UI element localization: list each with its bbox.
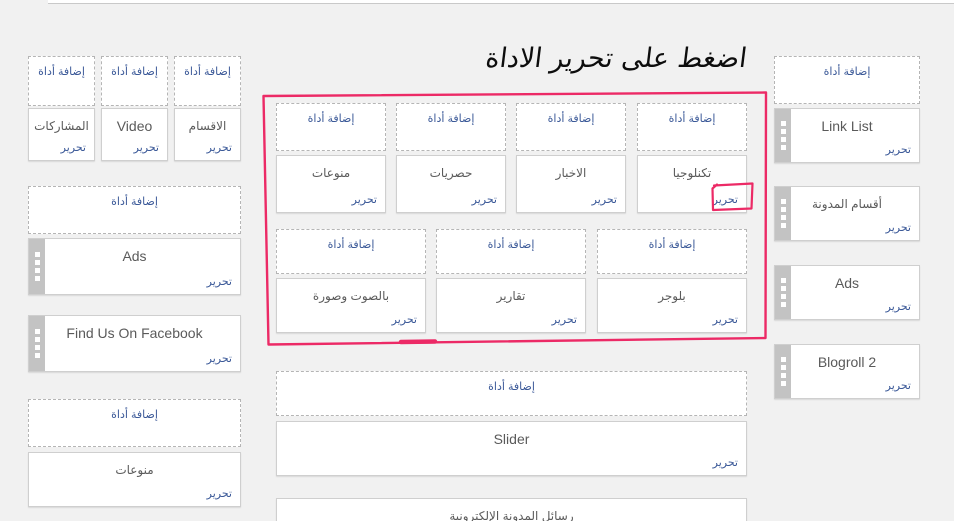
add-widget-box[interactable]: إضافة أداة (276, 229, 426, 274)
widget-title: المشاركات (34, 119, 89, 133)
add-widget-label: إضافة أداة (547, 113, 595, 125)
widget-edit-link[interactable]: تحرير (713, 314, 738, 327)
add-widget-label: إضافة أداة (668, 113, 716, 125)
widget-title: بلوجر (658, 289, 686, 303)
widget-find-us-on-facebook[interactable]: Find Us On Facebook تحرير (28, 315, 241, 372)
widget-edit-link[interactable]: تحرير (886, 380, 911, 393)
widget-bel-sout-wa-soura[interactable]: بالصوت وصورة تحرير (276, 278, 426, 333)
add-widget-label: إضافة أداة (327, 239, 375, 251)
annotation-headline: اضغط على تحرير الاداة (484, 43, 749, 74)
add-widget-label: إضافة أداة (823, 66, 871, 78)
widget-monawaat-left[interactable]: منوعات تحرير (28, 452, 241, 507)
widget-edit-link-highlighted[interactable]: تحرير (713, 194, 738, 207)
add-widget-box[interactable]: إضافة أداة (276, 371, 747, 416)
widget-edit-link[interactable]: تحرير (61, 142, 86, 155)
add-widget-box[interactable]: إضافة أداة (101, 56, 168, 106)
widget-monawaat-main[interactable]: منوعات تحرير (276, 155, 386, 213)
widget-title: منوعات (311, 166, 351, 180)
widget-title: منوعات (115, 463, 154, 477)
widget-alaqsam[interactable]: الاقسام تحرير (174, 108, 241, 161)
widget-title: Blogroll 2 (817, 354, 877, 370)
widget-title: الاقسام (188, 119, 227, 133)
widget-teknologia[interactable]: تكنلوجيا تحرير (637, 155, 747, 213)
widget-ads-right[interactable]: Ads تحرير (774, 265, 920, 320)
add-widget-label: إضافة أداة (307, 113, 355, 125)
widget-title: بالصوت وصورة (312, 289, 390, 303)
widget-almosharakat[interactable]: المشاركات تحرير (28, 108, 95, 161)
annotation-headline-text: اضغط على تحرير الاداة (484, 43, 749, 74)
widget-edit-link[interactable]: تحرير (472, 194, 497, 207)
widget-hasryat[interactable]: حصريات تحرير (396, 155, 506, 213)
top-chrome-strip (48, 0, 954, 4)
widget-edit-link[interactable]: تحرير (352, 194, 377, 207)
layout-editor-page: إضافة أداة إضافة أداة إضافة أداة المشارك… (0, 0, 954, 521)
add-widget-label: إضافة أداة (111, 196, 158, 208)
widget-edit-link[interactable]: تحرير (713, 457, 738, 470)
widget-title: Video (116, 118, 153, 134)
widget-video[interactable]: Video تحرير (101, 108, 168, 161)
annotation-ink-accent (398, 339, 438, 345)
widget-edit-link[interactable]: تحرير (207, 353, 232, 366)
add-widget-label: إضافة أداة (488, 381, 535, 393)
widget-alakhbar[interactable]: الاخبار تحرير (516, 155, 626, 213)
widget-title: Ads (122, 248, 147, 264)
widget-edit-link[interactable]: تحرير (886, 301, 911, 314)
add-widget-box[interactable]: إضافة أداة (516, 103, 626, 151)
top-strip-gap (0, 0, 48, 4)
widget-edit-link[interactable]: تحرير (207, 276, 232, 289)
add-widget-label: إضافة أداة (427, 113, 475, 125)
widget-title: Ads (834, 275, 860, 291)
widget-edit-link[interactable]: تحرير (592, 194, 617, 207)
widget-edit-link[interactable]: تحرير (886, 222, 911, 235)
widget-edit-link[interactable]: تحرير (552, 314, 577, 327)
add-widget-box[interactable]: إضافة أداة (28, 399, 241, 447)
widget-title: الاخبار (555, 166, 587, 180)
widget-edit-link[interactable]: تحرير (207, 488, 232, 501)
add-widget-box[interactable]: إضافة أداة (774, 56, 920, 104)
add-widget-label: إضافة أداة (184, 66, 231, 78)
widget-title: Slider (493, 431, 530, 447)
widget-blog-sections[interactable]: أقسام المدونة تحرير (774, 186, 920, 241)
widget-edit-link[interactable]: تحرير (392, 314, 417, 327)
widget-edit-link[interactable]: تحرير (134, 142, 159, 155)
widget-title: حصريات (429, 166, 473, 180)
add-widget-box[interactable]: إضافة أداة (396, 103, 506, 151)
add-widget-box[interactable]: إضافة أداة (174, 56, 241, 106)
widget-title: Link List (821, 118, 873, 134)
widget-title: أقسام المدونة (812, 197, 882, 211)
add-widget-box[interactable]: إضافة أداة (436, 229, 586, 274)
add-widget-box[interactable]: إضافة أداة (28, 186, 241, 234)
widget-edit-link[interactable]: تحرير (207, 142, 232, 155)
add-widget-label: إضافة أداة (111, 66, 158, 78)
widget-taqarir[interactable]: تقارير تحرير (436, 278, 586, 333)
widget-title: تكنلوجيا (672, 166, 712, 180)
widget-title: Find Us On Facebook (66, 325, 203, 341)
add-widget-box[interactable]: إضافة أداة (597, 229, 747, 274)
widget-slider[interactable]: Slider تحرير (276, 421, 747, 476)
widget-blog-newsletter[interactable]: رسائل المدونة الإلكترونية تحرير (276, 498, 747, 521)
widget-ads-left[interactable]: Ads تحرير (28, 238, 241, 295)
widget-title: تقارير (496, 289, 526, 303)
add-widget-label: إضافة أداة (648, 239, 696, 251)
widget-link-list[interactable]: Link List تحرير (774, 108, 920, 163)
add-widget-box[interactable]: إضافة أداة (28, 56, 95, 106)
widget-edit-link[interactable]: تحرير (886, 144, 911, 157)
widget-blogger[interactable]: بلوجر تحرير (597, 278, 747, 333)
add-widget-label: إضافة أداة (487, 239, 535, 251)
add-widget-label: إضافة أداة (38, 66, 85, 78)
widget-title: رسائل المدونة الإلكترونية (449, 509, 574, 521)
add-widget-label: إضافة أداة (111, 409, 158, 421)
add-widget-box[interactable]: إضافة أداة (276, 103, 386, 151)
widget-blogroll-2[interactable]: Blogroll 2 تحرير (774, 344, 920, 399)
add-widget-box[interactable]: إضافة أداة (637, 103, 747, 151)
